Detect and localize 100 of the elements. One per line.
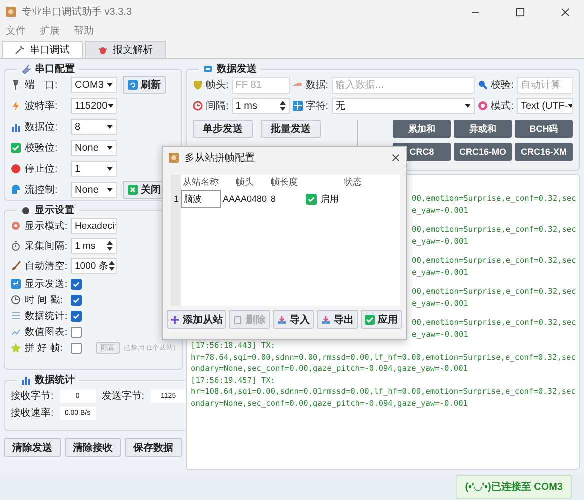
field-label: 流控制: xyxy=(25,184,59,197)
stat-label: 接收速率: xyxy=(11,406,54,420)
checkbox-icon xyxy=(11,143,21,153)
checkbox[interactable] xyxy=(71,278,82,290)
bar-chart-icon xyxy=(11,122,21,132)
grid-icon xyxy=(292,101,303,111)
spin-arrows-icon xyxy=(280,100,286,112)
cross-icon xyxy=(128,185,138,195)
spin-box[interactable]: 1 ms xyxy=(71,238,117,254)
clock-icon xyxy=(11,295,21,305)
data-input[interactable]: 输入数据... xyxy=(332,76,476,94)
bug-icon xyxy=(98,45,108,55)
disc-icon xyxy=(21,206,31,216)
star-icon xyxy=(11,343,21,353)
stopwatch-icon xyxy=(11,241,21,251)
header-input[interactable]: FF 81 xyxy=(232,76,290,94)
spin-box[interactable]: 1 ms xyxy=(232,98,290,114)
plug-icon xyxy=(21,64,31,74)
checksum-input[interactable]: 自动计算 xyxy=(517,76,573,94)
target-icon xyxy=(478,101,488,111)
field-label: 停止位: xyxy=(25,162,59,176)
caret-icon xyxy=(107,83,113,87)
bar-chart-icon xyxy=(21,375,31,385)
window-title: 专业串口调试助手 v3.3.3 xyxy=(22,6,132,19)
combobox[interactable]: 115200 xyxy=(71,98,117,114)
column-header: 帧长度 xyxy=(270,176,299,188)
tab[interactable]: 串口调试 xyxy=(2,41,83,58)
caret-icon xyxy=(107,125,113,129)
field-label: 波特率: xyxy=(25,100,59,113)
tray-icon xyxy=(321,314,331,324)
field-label: 端 口: xyxy=(25,78,59,92)
dialog-button[interactable]: 添加从站 xyxy=(167,310,226,329)
wrench-icon xyxy=(15,45,25,55)
action-button[interactable]: 清除发送 xyxy=(4,438,61,457)
dialog-button[interactable]: 导出 xyxy=(317,310,358,329)
checkbox-label: 时 间 戳: xyxy=(25,294,64,306)
dot-icon xyxy=(11,164,21,174)
tab[interactable]: 报文解析 xyxy=(85,41,166,58)
action-button[interactable]: 保存数据 xyxy=(125,438,182,457)
field-label: 校验位: xyxy=(25,142,59,155)
checksum-button[interactable]: 异或和 xyxy=(454,120,512,138)
checksum-button[interactable]: CRC16-XM xyxy=(515,143,573,161)
close-icon[interactable] xyxy=(392,154,400,162)
chart-icon xyxy=(11,327,21,337)
column-header: 帧头 xyxy=(235,176,255,188)
checkbox-label: 显示发送: xyxy=(25,278,67,290)
checksum-button[interactable]: 累加和 xyxy=(393,120,451,138)
app-icon xyxy=(6,7,16,17)
dialog-button[interactable]: 导入 xyxy=(273,310,314,329)
field-label: 自动清空: xyxy=(25,260,67,272)
app-icon xyxy=(169,153,179,163)
combobox[interactable]: None xyxy=(71,182,117,198)
combobox[interactable]: None xyxy=(71,140,117,156)
checkbox-label: 数据统计: xyxy=(25,310,67,322)
checkbox[interactable] xyxy=(71,342,82,354)
table-cell[interactable]: 脑波 xyxy=(181,190,221,208)
checksum-button[interactable]: CRC16-MO xyxy=(454,143,512,161)
connection-status: (•'◡'•)已连接至 COM3 xyxy=(456,475,572,499)
combobox[interactable]: COM3 xyxy=(71,77,117,93)
refresh-button[interactable]: 刷新 xyxy=(123,76,166,94)
refresh-icon xyxy=(128,80,138,90)
checksum-button[interactable]: BCH码 xyxy=(515,120,573,138)
combobox[interactable]: 无 xyxy=(332,98,476,114)
maximize-icon[interactable] xyxy=(516,8,525,16)
send-button[interactable]: 批量发送 xyxy=(261,120,321,138)
combobox[interactable]: Text (UTF- xyxy=(517,98,573,114)
caret-icon xyxy=(465,104,472,108)
group-title: 数据发送 xyxy=(217,62,257,76)
checkbox[interactable] xyxy=(306,194,317,204)
combobox[interactable]: 8 xyxy=(71,119,117,135)
stat-label: 发送字节: xyxy=(102,390,145,403)
action-button[interactable]: 清除接收 xyxy=(64,438,122,457)
circle-icon xyxy=(11,221,21,231)
checkbox-label: 启用 xyxy=(321,192,339,206)
column-header: 状态 xyxy=(343,176,363,188)
brush-icon xyxy=(11,261,21,271)
dialog-button[interactable]: 应用 xyxy=(361,310,402,329)
field-label: 帧头: xyxy=(206,78,229,92)
pin-icon xyxy=(11,80,21,90)
checkbox[interactable] xyxy=(71,294,82,306)
search-icon xyxy=(478,80,488,90)
stat-label: 接收字节: xyxy=(11,390,54,403)
checkbox-label: 数值图表: xyxy=(25,326,67,338)
group-title: 显示设置 xyxy=(35,204,75,217)
combobox[interactable]: Hexadeci xyxy=(71,218,117,234)
caret-icon xyxy=(107,146,113,150)
trash-icon xyxy=(233,314,243,324)
send-button[interactable]: 单步发送 xyxy=(193,120,253,138)
spin-arrows-icon xyxy=(107,240,113,252)
close-icon[interactable] xyxy=(561,8,570,16)
checkbox[interactable] xyxy=(71,326,82,338)
checkbox[interactable] xyxy=(71,310,82,322)
group-title: 串口配置 xyxy=(35,62,75,76)
spin-box[interactable]: 1000 条 xyxy=(71,258,117,274)
return-icon xyxy=(11,279,21,289)
field-label: 数据: xyxy=(306,79,329,92)
caret-icon xyxy=(107,188,113,192)
combobox[interactable]: 1 xyxy=(71,161,117,177)
group-title: 数据统计 xyxy=(35,374,75,387)
field-label: 采集间隔: xyxy=(25,240,67,252)
